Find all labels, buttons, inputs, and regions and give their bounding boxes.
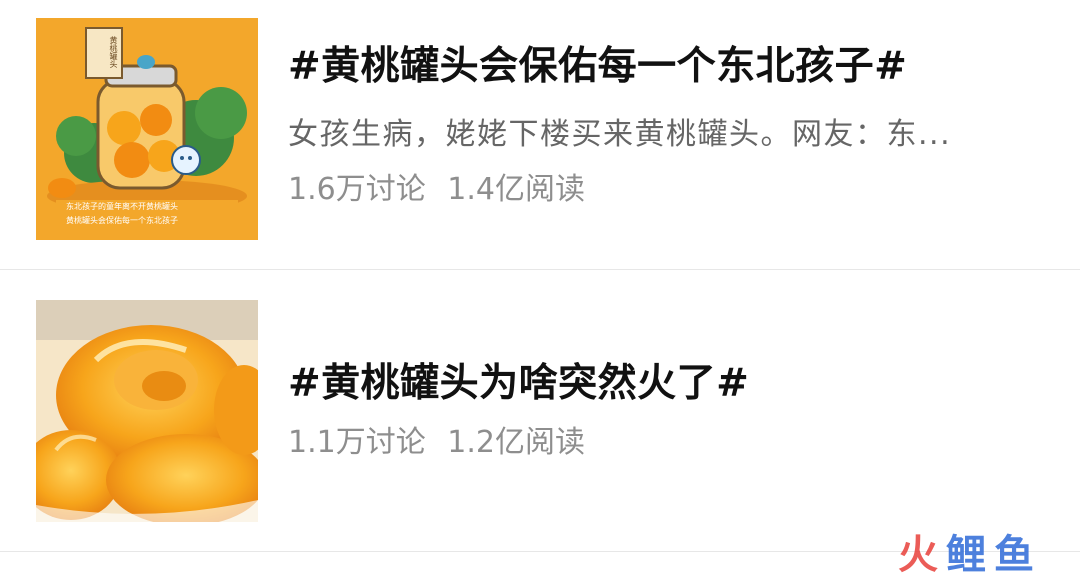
watermark-logo: 火 鲤 鱼 xyxy=(896,528,1056,578)
discussion-count: 1.1万讨论 xyxy=(288,425,426,460)
read-count: 1.2亿阅读 xyxy=(447,425,585,460)
topic-thumbnail[interactable] xyxy=(36,300,258,522)
svg-text:鲤: 鲤 xyxy=(946,532,986,578)
discussion-count: 1.6万讨论 xyxy=(288,172,426,207)
brand-logo-icon: 火 鲤 鱼 xyxy=(898,532,1034,578)
thumb-caption-line-2: 黄桃罐头会保佑每一个东北孩子 xyxy=(66,216,178,225)
topic-item-2[interactable]: #黄桃罐头为啥突然火了# 1.1万讨论 1.2亿阅读 xyxy=(0,275,1080,545)
topic-title[interactable]: #黄桃罐头会保佑每一个东北孩子# xyxy=(288,44,907,91)
canned-peach-photo xyxy=(36,300,258,522)
topic-title[interactable]: #黄桃罐头为啥突然火了# xyxy=(288,361,749,408)
thumb-caption-line-1: 东北孩子的童年离不开黄桃罐头 xyxy=(66,202,178,211)
thumb-badge-text: 黄桃罐头 xyxy=(109,36,118,68)
svg-text:鱼: 鱼 xyxy=(994,532,1034,578)
divider xyxy=(0,269,1080,270)
svg-text:火: 火 xyxy=(898,532,938,578)
topic-thumbnail[interactable]: 黄桃罐头 东北孩子的童年离不开黄桃罐头 黄桃罐头会保佑每一个东北孩子 xyxy=(36,18,258,240)
topic-stats: 1.6万讨论 1.4亿阅读 xyxy=(288,172,585,208)
topic-summary: 女孩生病，姥姥下楼买来黄桃罐头。网友：东... xyxy=(288,117,952,152)
topic-item-1[interactable]: 黄桃罐头 东北孩子的童年离不开黄桃罐头 黄桃罐头会保佑每一个东北孩子 #黄桃罐头… xyxy=(0,0,1080,270)
topic-stats: 1.1万讨论 1.2亿阅读 xyxy=(288,425,585,461)
read-count: 1.4亿阅读 xyxy=(447,172,585,207)
